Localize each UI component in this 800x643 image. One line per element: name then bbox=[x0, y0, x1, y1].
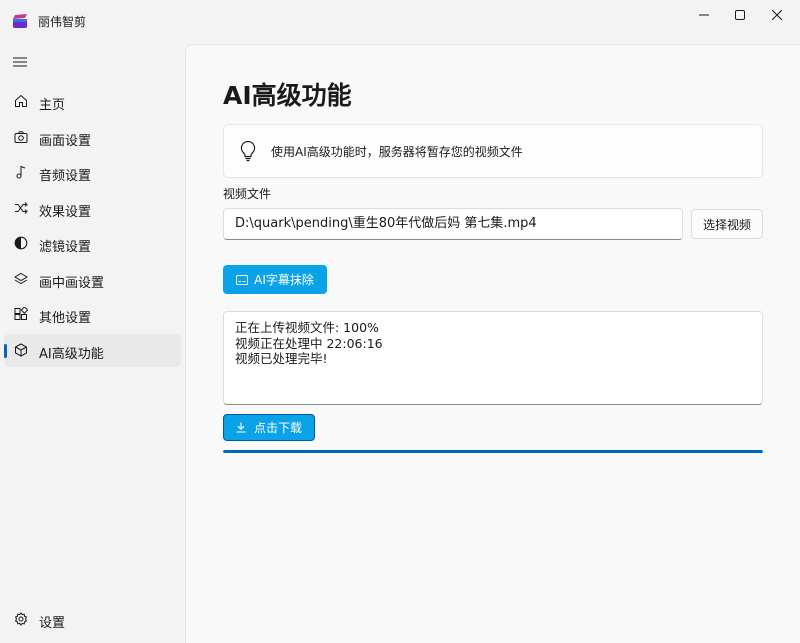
app-logo-icon bbox=[13, 14, 27, 28]
info-text: 使用AI高级功能时，服务器将暂存您的视频文件 bbox=[271, 145, 523, 159]
subtitle-icon bbox=[236, 274, 249, 285]
home-icon bbox=[15, 94, 27, 107]
sidebar-item-label: 画中画设置 bbox=[39, 275, 105, 291]
ai-subtitle-remove-button[interactable]: AI字幕抹除 bbox=[223, 265, 327, 294]
video-file-label: 视频文件 bbox=[223, 187, 272, 201]
sidebar-item-label: 主页 bbox=[39, 98, 66, 113]
log-line: 视频正在处理中 22:06:16 bbox=[235, 335, 383, 351]
apps-icon bbox=[14, 307, 28, 320]
lightbulb-icon bbox=[240, 140, 256, 162]
sidebar-item-audio[interactable]: 音频设置 bbox=[4, 156, 181, 189]
choose-video-button[interactable]: 选择视频 bbox=[691, 209, 763, 239]
minimize-icon bbox=[699, 14, 709, 16]
download-icon bbox=[236, 422, 246, 433]
progress-fill bbox=[223, 450, 763, 453]
sidebar-item-home[interactable]: 主页 bbox=[4, 85, 181, 118]
hamburger-menu-icon[interactable] bbox=[12, 54, 28, 70]
shuffle-icon bbox=[15, 201, 28, 214]
download-label: 点击下载 bbox=[253, 421, 302, 435]
ai-subtitle-remove-label: AI字幕抹除 bbox=[254, 273, 314, 287]
close-icon bbox=[772, 10, 782, 20]
layers-icon bbox=[14, 272, 28, 284]
title-bar: 丽伟智剪 bbox=[0, 0, 800, 44]
sidebar-item-label: 滤镜设置 bbox=[39, 240, 92, 255]
log-line: 正在上传视频文件: 100% bbox=[235, 320, 379, 335]
close-button[interactable] bbox=[754, 0, 800, 30]
info-bar: 使用AI高级功能时，服务器将暂存您的视频文件 bbox=[223, 124, 763, 178]
video-file-path-input[interactable]: D:\quark\pending\重生80年代做后妈 第七集.mp4 bbox=[223, 208, 683, 240]
music-note-icon bbox=[16, 165, 26, 179]
cube-icon bbox=[15, 342, 27, 357]
sidebar-item-effects[interactable]: 效果设置 bbox=[4, 192, 181, 225]
download-button[interactable]: 点击下载 bbox=[223, 414, 315, 441]
progress-bar bbox=[223, 450, 763, 453]
sidebar-item-settings[interactable]: 设置 bbox=[4, 603, 181, 637]
camera-icon bbox=[14, 130, 28, 143]
settings-label: 设置 bbox=[39, 616, 66, 631]
sidebar-item-filters[interactable]: 滤镜设置 bbox=[4, 227, 181, 260]
sidebar-item-video[interactable]: 画面设置 bbox=[4, 121, 181, 154]
main-content: AI高级功能 使用AI高级功能时，服务器将暂存您的视频文件 视频文件 D:\qu… bbox=[185, 44, 800, 643]
active-indicator bbox=[4, 343, 7, 358]
contrast-icon bbox=[14, 236, 28, 250]
log-line: 视频已处理完毕! bbox=[235, 351, 328, 366]
sidebar-item-pip[interactable]: 画中画设置 bbox=[4, 263, 181, 296]
maximize-icon bbox=[735, 10, 745, 20]
app-title: 丽伟智剪 bbox=[38, 15, 87, 29]
sidebar-item-label: 画面设置 bbox=[39, 133, 92, 149]
sidebar-nav: 主页 画面设置 音频设置 效果设置 滤镜设置 画中画设置 其他设置 AI高级功能 bbox=[4, 85, 181, 369]
log-output-textarea[interactable]: 正在上传视频文件: 100% 视频正在处理中 22:06:16 视频已处理完毕! bbox=[223, 311, 763, 405]
gear-icon bbox=[14, 612, 28, 626]
sidebar-item-label: 其他设置 bbox=[39, 311, 92, 326]
sidebar-item-label: 音频设置 bbox=[39, 169, 92, 184]
sidebar-item-other[interactable]: 其他设置 bbox=[4, 298, 181, 331]
sidebar-item-label: 效果设置 bbox=[39, 204, 92, 220]
page-title: AI高级功能 bbox=[223, 81, 352, 110]
sidebar-item-ai[interactable]: AI高级功能 bbox=[4, 333, 181, 367]
sidebar-item-label: AI高级功能 bbox=[39, 346, 104, 362]
